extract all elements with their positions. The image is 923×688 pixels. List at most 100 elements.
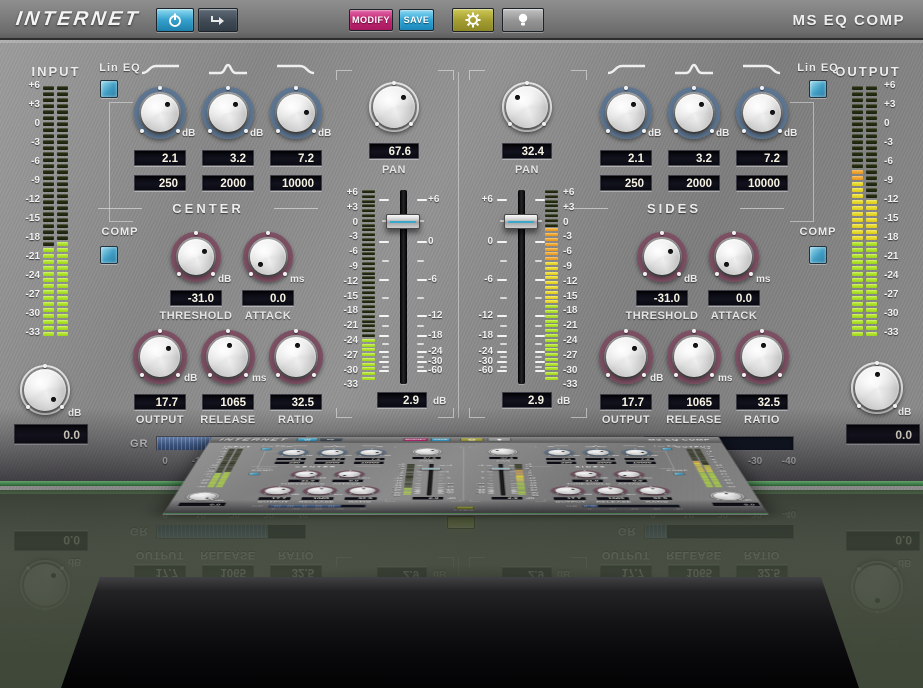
eq-mid-gain-value[interactable]: 3.2: [202, 150, 254, 166]
eq-mid-freq-value[interactable]: 2000: [585, 462, 616, 464]
eq-mid-gain-value[interactable]: 3.2: [314, 458, 345, 460]
eq-low-freq-value[interactable]: 250: [600, 175, 652, 191]
eq-low-gain-knob[interactable]: [600, 87, 652, 139]
comp-toggle-right[interactable]: [673, 473, 685, 476]
eq-mid-freq-value[interactable]: 2000: [202, 175, 254, 191]
ratio-value[interactable]: 32.5: [343, 497, 377, 500]
release-value[interactable]: 1065: [300, 497, 334, 500]
modify-button[interactable]: MODIFY: [403, 438, 428, 441]
output-gain-knob[interactable]: [851, 362, 903, 414]
attack-knob[interactable]: [333, 470, 365, 478]
eq-low-freq-value[interactable]: 250: [273, 462, 304, 464]
eq-low-gain-value[interactable]: 2.1: [600, 150, 652, 166]
eq-high-freq-value[interactable]: 10000: [353, 462, 384, 464]
bypass-route-button[interactable]: [198, 8, 238, 32]
comp-output-knob[interactable]: [599, 330, 653, 384]
eq-low-gain-knob[interactable]: [134, 87, 186, 139]
output-gain-knob[interactable]: [708, 492, 746, 501]
eq-high-gain-knob[interactable]: [620, 449, 653, 456]
eq-low-gain-value[interactable]: 2.1: [545, 458, 576, 460]
eq-mid-gain-knob[interactable]: [582, 449, 614, 456]
lin-eq-toggle-right[interactable]: [809, 80, 827, 98]
comp-output-knob[interactable]: [550, 486, 586, 495]
eq-low-gain-knob[interactable]: [543, 449, 574, 456]
release-value[interactable]: 1065: [668, 394, 720, 410]
pan-knob[interactable]: [412, 448, 441, 455]
settings-button[interactable]: [452, 8, 494, 32]
fader-gain-value[interactable]: 2.9: [411, 497, 443, 500]
eq-high-gain-value[interactable]: 7.2: [270, 150, 322, 166]
eq-mid-gain-value[interactable]: 3.2: [584, 458, 615, 460]
input-gain-knob[interactable]: [20, 365, 70, 415]
ratio-knob[interactable]: [634, 486, 672, 495]
eq-high-freq-value[interactable]: 10000: [736, 175, 788, 191]
ratio-knob[interactable]: [735, 330, 789, 384]
fader-handle[interactable]: [420, 468, 440, 470]
pan-value[interactable]: 67.6: [369, 143, 419, 159]
threshold-value[interactable]: -31.0: [287, 480, 320, 483]
fader-gain-value[interactable]: 2.9: [377, 392, 427, 408]
eq-low-gain-value[interactable]: 2.1: [134, 150, 186, 166]
eq-mid-gain-knob[interactable]: [668, 87, 720, 139]
eq-high-gain-knob[interactable]: [736, 87, 788, 139]
release-knob[interactable]: [592, 486, 629, 495]
eq-mid-freq-value[interactable]: 2000: [668, 175, 720, 191]
ratio-value[interactable]: 32.5: [736, 394, 788, 410]
attack-value[interactable]: 0.0: [708, 290, 760, 306]
attack-knob[interactable]: [243, 232, 293, 282]
eq-mid-freq-value[interactable]: 2000: [313, 462, 344, 464]
pan-value[interactable]: 32.4: [488, 457, 517, 459]
eq-high-gain-knob[interactable]: [270, 87, 322, 139]
light-button[interactable]: [502, 8, 544, 32]
fader-gain-value[interactable]: 2.9: [502, 392, 552, 408]
output-gain-value[interactable]: 0.0: [711, 503, 761, 507]
attack-knob[interactable]: [709, 232, 759, 282]
attack-value[interactable]: 0.0: [242, 290, 294, 306]
eq-high-gain-value[interactable]: 7.2: [736, 150, 788, 166]
eq-high-gain-value[interactable]: 7.2: [623, 458, 654, 460]
attack-knob[interactable]: [612, 470, 645, 478]
power-button[interactable]: [156, 8, 194, 32]
eq-high-gain-knob[interactable]: [355, 449, 386, 456]
threshold-knob[interactable]: [289, 470, 322, 478]
threshold-value[interactable]: -31.0: [170, 290, 222, 306]
input-gain-value[interactable]: 0.0: [177, 503, 227, 507]
release-value[interactable]: 1065: [202, 394, 254, 410]
pan-knob[interactable]: [502, 82, 552, 132]
modify-button[interactable]: MODIFY: [349, 9, 393, 31]
ratio-value[interactable]: 32.5: [638, 497, 672, 500]
release-knob[interactable]: [667, 330, 721, 384]
pan-knob[interactable]: [488, 448, 517, 455]
eq-mid-gain-knob[interactable]: [202, 87, 254, 139]
comp-output-knob[interactable]: [133, 330, 187, 384]
release-value[interactable]: 1065: [595, 497, 629, 500]
ratio-value[interactable]: 32.5: [270, 394, 322, 410]
eq-high-freq-value[interactable]: 10000: [270, 175, 322, 191]
ratio-knob[interactable]: [344, 486, 380, 495]
attack-value[interactable]: 0.0: [615, 480, 648, 483]
threshold-value[interactable]: -31.0: [571, 480, 603, 483]
light-button[interactable]: [487, 438, 510, 441]
eq-low-freq-value[interactable]: 250: [134, 175, 186, 191]
fader-handle[interactable]: [504, 214, 538, 229]
fader-handle[interactable]: [490, 468, 510, 470]
pan-knob[interactable]: [369, 82, 419, 132]
pan-value[interactable]: 67.6: [411, 457, 440, 459]
release-knob[interactable]: [301, 486, 338, 495]
threshold-knob[interactable]: [171, 232, 221, 282]
bypass-route-button[interactable]: [319, 438, 342, 441]
attack-value[interactable]: 0.0: [331, 480, 363, 483]
eq-low-freq-value[interactable]: 250: [546, 462, 577, 464]
eq-high-gain-value[interactable]: 7.2: [354, 458, 385, 460]
eq-high-freq-value[interactable]: 10000: [625, 462, 656, 464]
comp-output-value[interactable]: 17.7: [553, 497, 587, 500]
comp-output-value[interactable]: 17.7: [600, 394, 652, 410]
fader-gain-value[interactable]: 2.9: [491, 497, 523, 500]
power-button[interactable]: [296, 438, 318, 441]
pan-value[interactable]: 32.4: [502, 143, 552, 159]
ratio-knob[interactable]: [269, 330, 323, 384]
release-knob[interactable]: [201, 330, 255, 384]
threshold-value[interactable]: -31.0: [636, 290, 688, 306]
threshold-knob[interactable]: [569, 470, 601, 478]
save-button[interactable]: SAVE: [430, 438, 449, 441]
